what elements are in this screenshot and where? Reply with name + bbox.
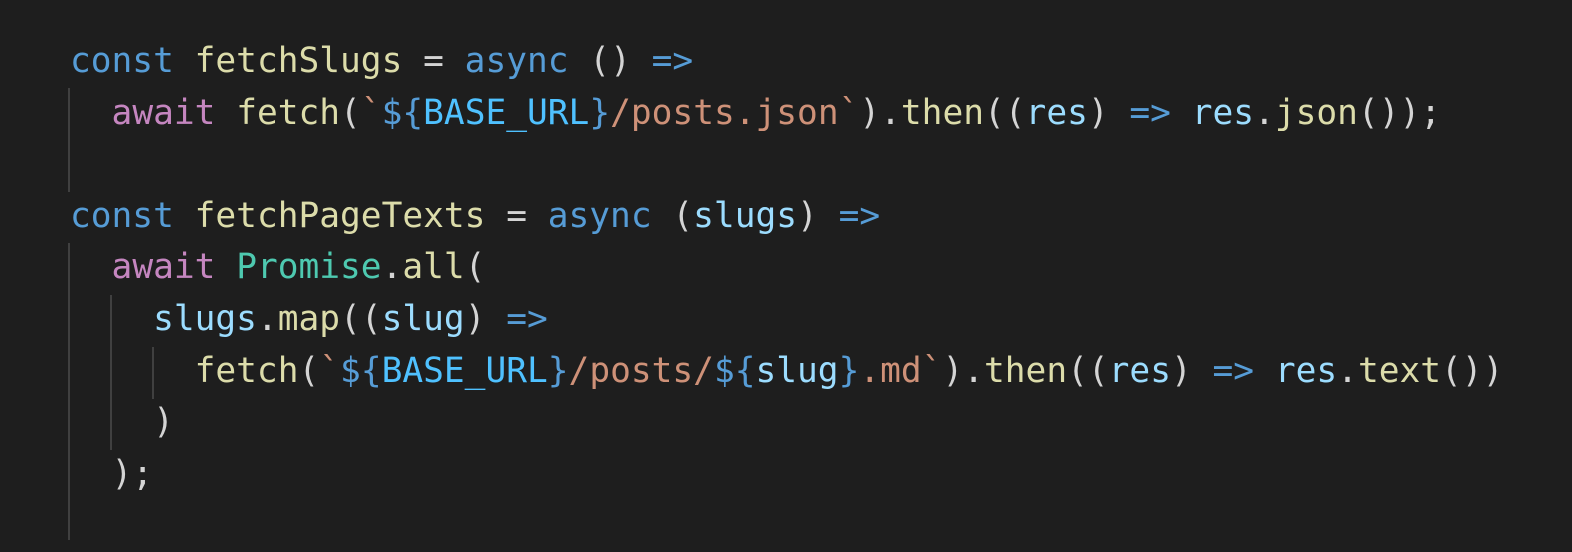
code-token: => — [838, 195, 881, 236]
code-token: text — [1357, 350, 1442, 391]
code-token: => — [1212, 350, 1255, 391]
code-token: const — [70, 41, 174, 81]
code-token: async — [547, 195, 652, 236]
code-token: slug — [381, 298, 465, 339]
code-token: res — [1191, 92, 1255, 133]
code-token: ). — [942, 350, 985, 391]
code-token: res — [1108, 350, 1171, 391]
code-token: ${ — [340, 350, 382, 391]
code-token: ) — [70, 402, 174, 443]
code-token: ()) — [1441, 350, 1504, 391]
code-token: /posts.json` — [610, 92, 860, 133]
code-token: BASE_URL — [381, 350, 548, 391]
code-line[interactable]: const fetchSlugs = async () => — [70, 36, 1503, 88]
code-token: all — [402, 247, 465, 288]
code-token: await — [111, 92, 216, 133]
code-token: ()); — [1357, 92, 1442, 133]
code-token: slugs — [153, 298, 257, 339]
code-token: then — [984, 350, 1068, 391]
code-line[interactable]: ) — [70, 397, 1503, 449]
code-line[interactable]: await Promise.all( — [70, 242, 1503, 294]
code-token: ). — [859, 92, 901, 133]
code-token: map — [277, 298, 341, 339]
code-token: ) — [1170, 350, 1213, 391]
code-token: () — [568, 41, 652, 81]
code-token: await — [111, 247, 216, 288]
code-token: slugs — [693, 195, 798, 236]
code-token: => — [506, 298, 548, 339]
code-line[interactable]: ); — [70, 449, 1503, 501]
code-token: res — [1274, 350, 1338, 391]
code-token: ` — [319, 350, 341, 391]
code-token: ` — [360, 92, 382, 133]
code-text-area[interactable]: const fetchSlugs = async () => await fet… — [70, 36, 1503, 552]
code-token: then — [900, 92, 984, 133]
code-token: (( — [984, 92, 1026, 133]
code-token: } — [547, 350, 569, 391]
code-token: /posts/ — [568, 350, 714, 391]
code-line[interactable]: await fetch(`${BASE_URL}/posts.json`).th… — [70, 88, 1503, 140]
code-token: Promise — [236, 247, 382, 288]
code-line[interactable]: fetch(`${BASE_URL}/posts/${slug}.md`).th… — [70, 346, 1504, 398]
code-token: res — [1025, 92, 1088, 133]
code-token: BASE_URL — [423, 92, 590, 133]
code-token: } — [589, 92, 611, 133]
code-token: ( — [298, 350, 320, 391]
code-token: ); — [70, 453, 154, 494]
code-token: ( — [651, 195, 694, 236]
code-token: fetch — [194, 350, 299, 391]
code-token: slug — [755, 350, 839, 391]
code-token: . — [256, 298, 278, 339]
code-token: fetchSlugs — [194, 41, 403, 81]
code-token: fetch — [236, 92, 341, 133]
code-token: json — [1274, 92, 1358, 133]
code-token: (( — [340, 298, 382, 339]
code-token: ) — [1087, 92, 1130, 133]
code-token: ) — [797, 195, 839, 236]
code-token: (( — [1067, 350, 1109, 391]
code-token: . — [1337, 350, 1358, 391]
code-line[interactable] — [70, 139, 1503, 191]
code-line[interactable]: slugs.map((slug) => — [70, 294, 1503, 346]
code-line[interactable] — [70, 500, 1503, 552]
code-token: fetchPageTexts — [194, 195, 486, 236]
code-token: const — [70, 195, 174, 236]
code-token: .md` — [859, 350, 943, 391]
code-editor[interactable]: const fetchSlugs = async () => await fet… — [0, 0, 1572, 540]
code-token: => — [1129, 92, 1171, 133]
code-token: ( — [340, 92, 361, 133]
code-token: => — [651, 41, 694, 81]
code-token: ${ — [381, 92, 424, 133]
code-token: = — [402, 41, 465, 81]
code-token: ( — [464, 247, 486, 288]
code-token: async — [464, 41, 569, 81]
code-token: = — [485, 195, 548, 236]
code-token: } — [838, 350, 860, 391]
code-token: ${ — [713, 350, 756, 391]
code-token: . — [1254, 92, 1275, 133]
code-token: . — [381, 247, 403, 288]
code-token: ) — [464, 298, 507, 339]
code-line[interactable]: const fetchPageTexts = async (slugs) => — [70, 191, 1503, 243]
